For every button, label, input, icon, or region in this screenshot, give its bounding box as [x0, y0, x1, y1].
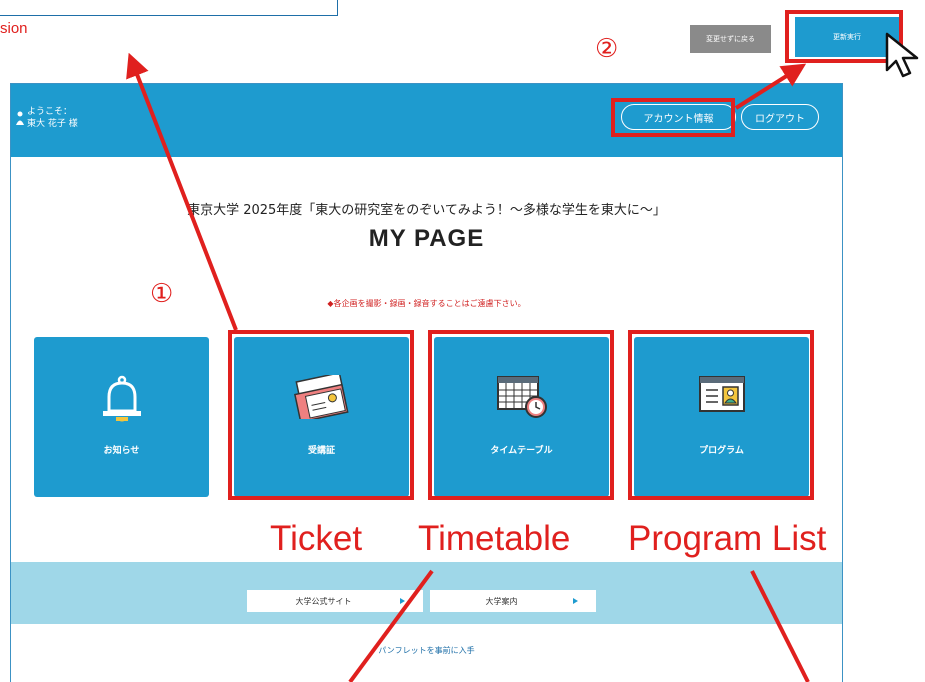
- program-list-annotation: Program List: [628, 519, 827, 558]
- event-title: 東京大学 2025年度「東大の研究室をのぞいてみよう！〜多様な学生を東大に〜」: [187, 203, 666, 218]
- step-marker-1: ①: [150, 279, 174, 309]
- account-info-highlight-box: [611, 98, 735, 137]
- top-frame: [0, 0, 338, 16]
- mouse-cursor-icon: [885, 32, 919, 78]
- logout-button[interactable]: ログアウト: [741, 104, 819, 130]
- cut-annotation-label: sion: [0, 20, 28, 37]
- bell-icon: [102, 375, 141, 422]
- play-arrow-icon: [573, 598, 578, 604]
- ticket-highlight-box: [228, 330, 414, 500]
- program-highlight-box: [628, 330, 814, 500]
- play-arrow-icon: [400, 598, 405, 604]
- back-without-change-button[interactable]: 変更せずに戻る: [690, 25, 771, 53]
- user-name: 東大 花子 様: [27, 119, 78, 129]
- timetable-highlight-box: [428, 330, 614, 500]
- ticket-annotation: Ticket: [270, 519, 363, 558]
- tile-notifications[interactable]: お知らせ: [34, 337, 209, 497]
- recording-notice: ◆各企画を撮影・録画・録音することはご遠慮下さい。: [327, 299, 526, 308]
- official-site-link[interactable]: 大学公式サイト: [247, 590, 423, 612]
- university-guide-link[interactable]: 大学案内: [430, 590, 596, 612]
- welcome-block: ようこそ： 東大 花子 様: [16, 106, 78, 130]
- external-links-band: 大学公式サイト 大学案内: [11, 562, 842, 624]
- step-marker-2: ②: [595, 34, 619, 64]
- user-icon: [16, 111, 24, 125]
- pamphlet-link[interactable]: パンフレットを事前に入手: [11, 645, 842, 656]
- link-label: 大学案内: [485, 596, 518, 606]
- welcome-label: ようこそ：: [27, 107, 73, 117]
- timetable-annotation: Timetable: [418, 519, 571, 558]
- link-label: 大学公式サイト: [295, 596, 352, 606]
- page-title: MY PAGE: [368, 225, 485, 252]
- tile-label: お知らせ: [103, 446, 140, 456]
